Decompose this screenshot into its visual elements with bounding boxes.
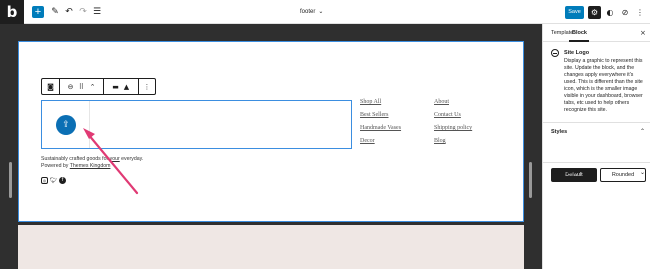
tab-template[interactable]: Template [551, 29, 573, 37]
divider [543, 162, 650, 163]
sidebar-tabs: Template Block × [543, 24, 650, 42]
divider [543, 122, 650, 123]
advanced-heading[interactable]: Advanced [551, 169, 577, 177]
settings-sidebar: Template Block × Site Logo Display a gra… [542, 24, 650, 269]
close-icon[interactable]: × [640, 28, 646, 38]
site-logo-icon [551, 49, 559, 57]
block-description: Display a graphic to represent this site… [564, 58, 643, 113]
block-title: Site Logo [564, 50, 590, 56]
active-tab-indicator [569, 40, 589, 42]
chevron-down-icon[interactable]: ⌄ [640, 169, 645, 177]
chevron-up-icon[interactable]: ⌃ [640, 128, 645, 136]
styles-heading[interactable]: Styles [551, 128, 567, 136]
tab-block[interactable]: Block [572, 29, 587, 37]
